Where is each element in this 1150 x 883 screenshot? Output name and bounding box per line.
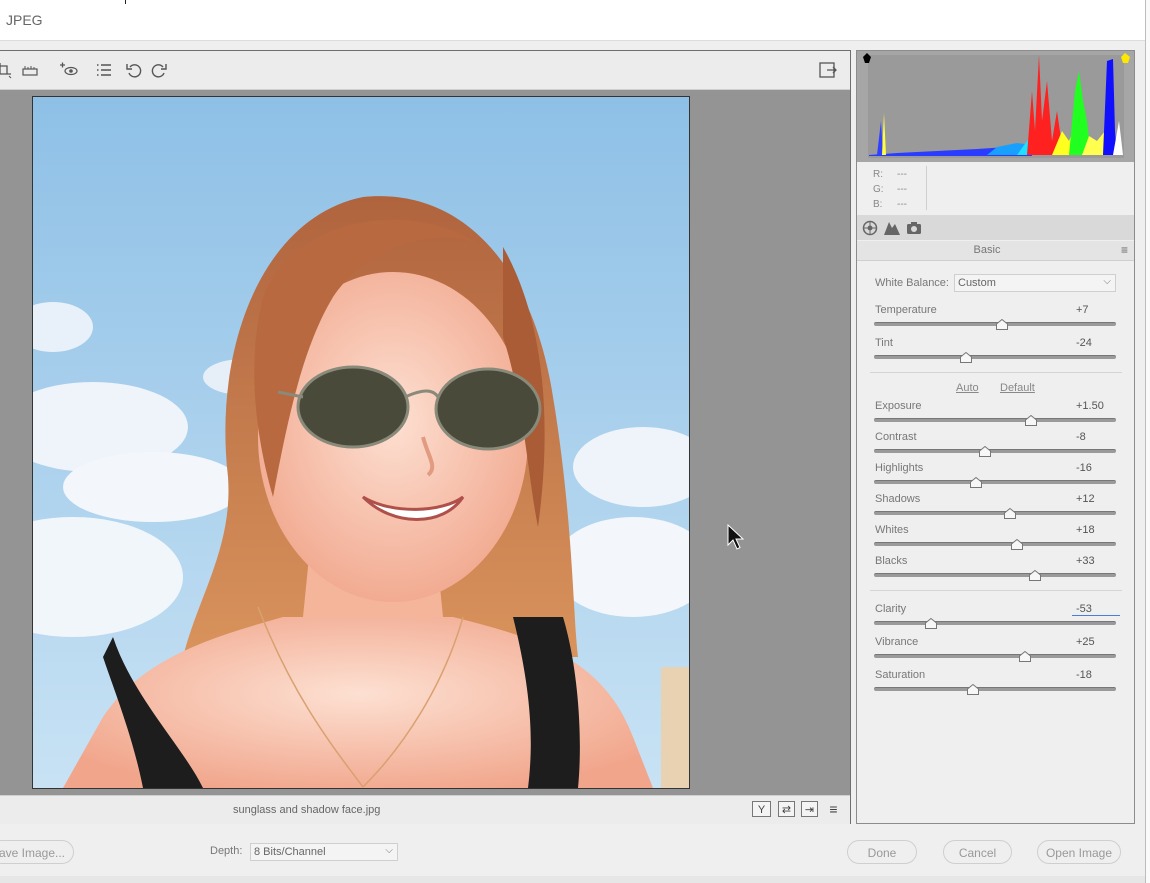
clarity-slider-track[interactable] — [874, 621, 1116, 625]
rotate-left-icon[interactable] — [124, 60, 144, 80]
histogram — [857, 51, 1134, 162]
whites-value-field[interactable]: +18 — [1072, 524, 1120, 536]
tint-label: Tint — [875, 337, 893, 349]
tone-curve-tab-icon[interactable] — [883, 219, 901, 237]
saturation-slider-thumb[interactable] — [967, 684, 980, 695]
default-link[interactable]: Default — [1000, 382, 1035, 394]
whites-label: Whites — [875, 524, 909, 536]
window-right-edge — [1145, 0, 1150, 883]
rgb-separator — [926, 166, 927, 210]
straighten-icon[interactable] — [20, 60, 40, 80]
cancel-button[interactable]: Cancel — [943, 840, 1012, 864]
blacks-label: Blacks — [875, 555, 908, 567]
white-balance-select[interactable]: Custom ⌵ — [954, 274, 1116, 292]
rgb-readout: R: --- G: --- B: --- — [857, 163, 1134, 213]
tint-slider-thumb[interactable] — [959, 352, 972, 363]
panel-divider — [870, 372, 1122, 373]
temperature-slider-thumb[interactable] — [996, 319, 1009, 330]
portrait-image — [33, 97, 689, 788]
tint-slider-track[interactable] — [874, 355, 1116, 359]
fullscreen-toggle-icon[interactable] — [818, 60, 838, 80]
photo-preview[interactable] — [32, 96, 690, 789]
contrast-slider-thumb[interactable] — [979, 446, 992, 457]
clarity-label: Clarity — [875, 603, 907, 615]
r-label: R: — [873, 169, 883, 180]
exposure-slider-thumb[interactable] — [1025, 415, 1038, 426]
panel-divider — [870, 590, 1122, 591]
depth-value: 8 Bits/Channel — [254, 846, 326, 858]
exposure-slider-track[interactable] — [874, 418, 1116, 422]
blacks-slider-track[interactable] — [874, 573, 1116, 577]
shadows-label: Shadows — [875, 493, 921, 505]
whites-slider-track[interactable] — [874, 542, 1116, 546]
white-balance-value: Custom — [958, 277, 996, 289]
depth-select[interactable]: 8 Bits/Channel ⌵ — [250, 843, 398, 861]
window-bottom-edge — [0, 876, 1146, 883]
highlights-label: Highlights — [875, 462, 924, 474]
rotate-right-icon[interactable] — [149, 60, 169, 80]
presets-list-icon[interactable] — [94, 60, 114, 80]
clarity-value-field[interactable]: -53 — [1072, 603, 1120, 616]
panel-tabs — [857, 215, 1134, 240]
r-value: --- — [897, 169, 907, 180]
saturation-label: Saturation — [875, 669, 926, 681]
filename-label: sunglass and shadow face.jpg — [233, 804, 381, 816]
b-value: --- — [897, 199, 907, 210]
basic-tab-icon[interactable] — [861, 219, 879, 237]
chevron-down-icon: ⌵ — [385, 845, 393, 856]
section-title: Basic — [973, 244, 1001, 256]
open-image-button[interactable]: Open Image — [1037, 840, 1121, 864]
section-header: Basic ≡ — [857, 241, 1134, 261]
before-after-icon[interactable]: Y — [752, 801, 771, 817]
g-label: G: — [873, 184, 884, 195]
b-label: B: — [873, 199, 883, 210]
vibrance-slider-thumb[interactable] — [1019, 651, 1032, 662]
vibrance-value-field[interactable]: +25 — [1072, 636, 1120, 648]
white-balance-label: White Balance: — [875, 277, 949, 289]
contrast-value-field[interactable]: -8 — [1072, 431, 1120, 443]
shadows-slider-track[interactable] — [874, 511, 1116, 515]
mouse-cursor-icon — [727, 524, 745, 550]
window-title: JPEG — [6, 12, 43, 28]
auto-link[interactable]: Auto — [956, 382, 979, 394]
histogram-graph — [863, 53, 1130, 158]
saturation-value-field[interactable]: -18 — [1072, 669, 1120, 681]
highlights-slider-track[interactable] — [874, 480, 1116, 484]
g-value: --- — [897, 184, 907, 195]
chevron-down-icon: ⌵ — [1103, 276, 1111, 287]
toolbar — [0, 51, 850, 90]
saturation-slider-track[interactable] — [874, 687, 1116, 691]
highlights-value-field[interactable]: -16 — [1072, 462, 1120, 474]
done-button[interactable]: Done — [847, 840, 917, 864]
clarity-slider-thumb[interactable] — [924, 618, 937, 629]
camera-calibration-tab-icon[interactable] — [905, 219, 923, 237]
vibrance-slider-track[interactable] — [874, 654, 1116, 658]
vibrance-label: Vibrance — [875, 636, 919, 648]
blacks-value-field[interactable]: +33 — [1072, 555, 1120, 567]
depth-label: Depth: — [210, 845, 243, 857]
highlights-slider-thumb[interactable] — [969, 477, 982, 488]
title-bar: JPEG — [0, 0, 1146, 41]
temperature-label: Temperature — [875, 304, 937, 316]
contrast-slider-track[interactable] — [874, 449, 1116, 453]
whites-slider-thumb[interactable] — [1010, 539, 1023, 550]
preferences-icon[interactable]: ≡ — [825, 801, 842, 817]
save-image-button[interactable]: ave Image... — [0, 840, 74, 864]
swap-icon[interactable]: ⇄ — [778, 801, 795, 817]
copy-settings-icon[interactable]: ⇥ — [801, 801, 818, 817]
temperature-slider-track[interactable] — [874, 322, 1116, 326]
panel-menu-icon[interactable]: ≡ — [1121, 243, 1128, 257]
crop-icon[interactable] — [0, 60, 14, 80]
blacks-slider-thumb[interactable] — [1028, 570, 1041, 581]
exposure-label: Exposure — [875, 400, 922, 412]
contrast-label: Contrast — [875, 431, 917, 443]
window-divider — [125, 0, 126, 4]
temperature-value-field[interactable]: +7 — [1072, 304, 1120, 316]
shadows-slider-thumb[interactable] — [1003, 508, 1016, 519]
shadows-value-field[interactable]: +12 — [1072, 493, 1120, 505]
preview-status-bar: sunglass and shadow face.jpg Y ⇄ ⇥ ≡ — [0, 795, 850, 824]
red-eye-icon[interactable] — [58, 60, 78, 80]
tint-value-field[interactable]: -24 — [1072, 337, 1120, 349]
exposure-value-field[interactable]: +1.50 — [1072, 400, 1120, 412]
